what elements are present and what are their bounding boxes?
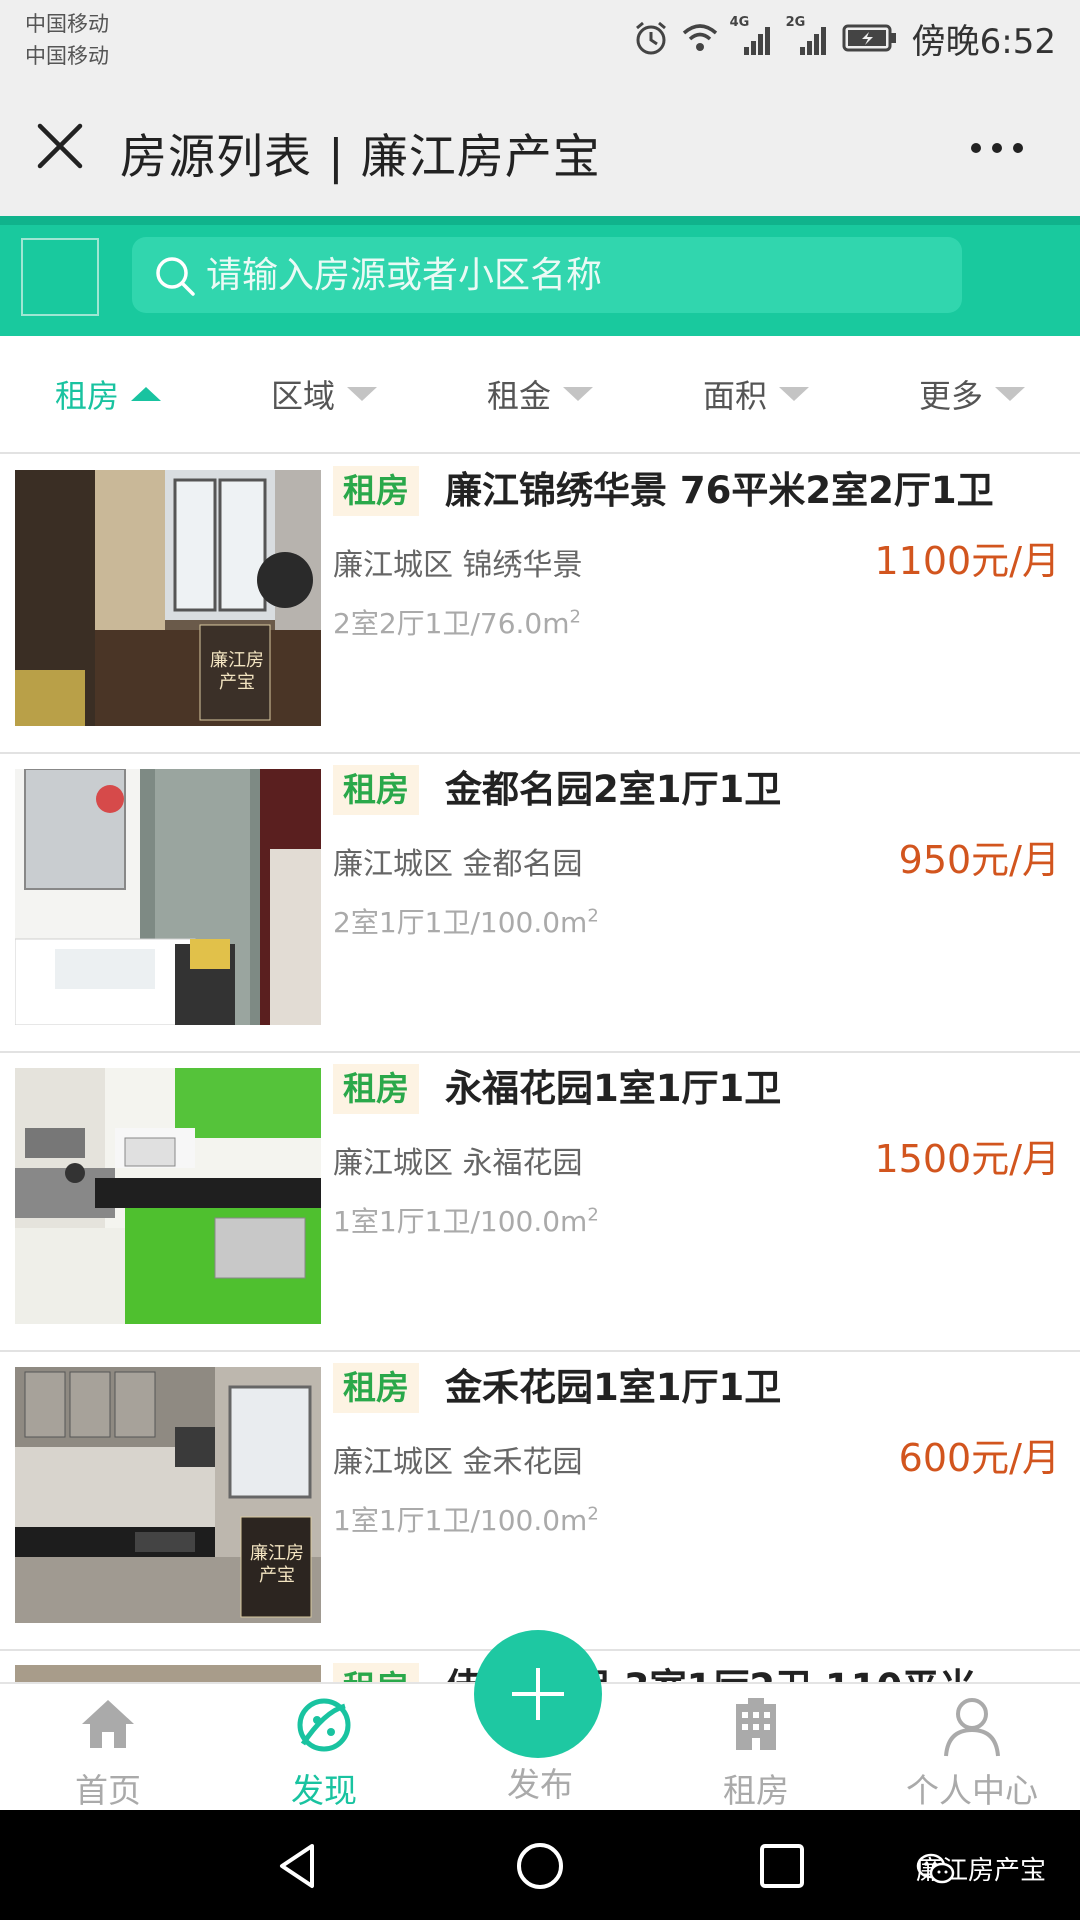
home-icon <box>82 1700 134 1748</box>
discover-icon <box>297 1698 351 1752</box>
listing-specs: 2室1厅1卫/100.0m2 <box>333 901 599 941</box>
listing-photo <box>15 769 321 1025</box>
caret-down-icon <box>995 387 1025 401</box>
filter-size[interactable]: 面积 <box>648 336 864 452</box>
listing-photo <box>15 1068 321 1324</box>
recents-square-icon[interactable] <box>756 1840 808 1892</box>
listing-photo: 廉江房产宝 <box>15 1367 321 1623</box>
specs-superscript: 2 <box>587 1503 599 1525</box>
system-nav-bar: 廉江房产宝 <box>0 1810 1080 1920</box>
wifi-icon <box>680 21 720 55</box>
listing-photo: 廉江房产宝 <box>15 470 321 726</box>
caret-down-icon <box>347 387 377 401</box>
listing-location: 廉江城区 锦绣华景 <box>333 548 583 583</box>
carrier-label-2: 中国移动 <box>25 44 109 68</box>
filter-label-price: 租金 <box>486 377 551 415</box>
listing-title: 廉江锦绣华景 76平米2室2厅1卫 <box>445 469 994 512</box>
person-icon <box>944 1698 1000 1757</box>
plus-icon <box>512 1668 564 1720</box>
more-button[interactable] <box>962 128 1032 168</box>
filter-label-rent: 租房 <box>54 377 119 415</box>
listing-item[interactable]: 廉江房产宝 租房 金禾花园1室1厅1卫 廉江城区 金禾花园 600元/月 1室1… <box>0 1353 1080 1651</box>
filter-price[interactable]: 租金 <box>432 336 648 452</box>
nav-home[interactable]: 首页 <box>28 1690 188 1810</box>
signal-icon-1: 4G <box>730 15 776 57</box>
caret-down-icon <box>563 387 593 401</box>
listing-price: 600元/月 <box>898 1436 1060 1480</box>
listing-tag: 租房 <box>333 765 419 815</box>
listing-price: 1100元/月 <box>874 539 1060 583</box>
signal-icon-2: 2G <box>786 15 832 57</box>
publish-button[interactable] <box>474 1630 602 1758</box>
listing-specs: 1室1厅1卫/100.0m2 <box>333 1200 599 1240</box>
specs-text: 1室1厅1卫/100.0m <box>333 1205 588 1238</box>
listing-specs: 1室1厅1卫/100.0m2 <box>333 1499 599 1539</box>
specs-superscript: 2 <box>569 606 581 628</box>
filter-region[interactable]: 区域 <box>216 336 432 452</box>
back-triangle-icon[interactable] <box>272 1840 324 1892</box>
listing-title: 金禾花园1室1厅1卫 <box>445 1366 782 1409</box>
alarm-icon <box>632 19 670 57</box>
listing-item[interactable]: 租房 金都名园2室1厅1卫 廉江城区 金都名园 950元/月 2室1厅1卫/10… <box>0 755 1080 1053</box>
filter-label-size: 面积 <box>702 377 767 415</box>
watermark-logo: 廉江房产宝 <box>210 650 264 693</box>
filter-rent[interactable]: 租房 <box>0 336 216 452</box>
nav-profile[interactable]: 个人中心 <box>892 1690 1052 1810</box>
listing-item[interactable]: 租房 永福花园1室1厅1卫 廉江城区 永福花园 1500元/月 1室1厅1卫/1… <box>0 1054 1080 1352</box>
specs-superscript: 2 <box>587 1204 599 1226</box>
network-type-1: 4G <box>729 15 750 30</box>
nav-label: 个人中心 <box>906 1771 1038 1810</box>
home-circle-icon[interactable] <box>514 1840 566 1892</box>
nav-label: 租房 <box>723 1771 789 1810</box>
caret-down-icon <box>779 387 809 401</box>
listing-tag: 租房 <box>333 1064 419 1114</box>
close-button[interactable] <box>30 116 90 176</box>
filter-label-more: 更多 <box>918 377 983 415</box>
listing-location: 廉江城区 金禾花园 <box>333 1445 583 1480</box>
close-icon <box>37 123 83 169</box>
search-header <box>0 216 1080 336</box>
search-icon <box>156 257 195 296</box>
filter-label-region: 区域 <box>270 377 335 415</box>
specs-text: 2室1厅1卫/100.0m <box>333 906 588 939</box>
network-type-2: 2G <box>785 15 806 30</box>
filter-more[interactable]: 更多 <box>864 336 1080 452</box>
nav-rent[interactable]: 租房 <box>676 1690 836 1810</box>
filter-bar: 租房 区域 租金 面积 更多 <box>0 336 1080 454</box>
building-icon <box>736 1698 776 1750</box>
search-box[interactable] <box>132 237 962 313</box>
wechat-watermark: 廉江房产宝 <box>916 1850 1046 1887</box>
caret-up-icon <box>131 387 161 401</box>
wechat-icon <box>916 1853 955 1883</box>
page-title: 房源列表 | 廉江房产宝 <box>120 130 601 185</box>
listing-location: 廉江城区 永福花园 <box>333 1146 583 1181</box>
search-input[interactable] <box>204 245 948 305</box>
watermark-logo: 廉江房产宝 <box>250 1543 304 1586</box>
listing-tag: 租房 <box>333 1363 419 1413</box>
listing-title: 永福花园1室1厅1卫 <box>445 1067 782 1110</box>
listing-tag: 租房 <box>333 466 419 516</box>
specs-text: 2室2厅1卫/76.0m <box>333 607 570 640</box>
battery-icon <box>842 22 898 54</box>
nav-label: 发现 <box>291 1771 357 1810</box>
clock: 傍晚6:52 <box>911 21 1056 62</box>
listing-title: 金都名园2室1厅1卫 <box>445 768 782 811</box>
listing-item[interactable]: 廉江房产宝 租房 廉江锦绣华景 76平米2室2厅1卫 廉江城区 锦绣华景 110… <box>0 456 1080 754</box>
nav-discover[interactable]: 发现 <box>244 1690 404 1810</box>
title-bar: 房源列表 | 廉江房产宝 <box>0 76 1080 216</box>
status-bar: 中国移动 中国移动 4G 2G 傍晚6:52 <box>0 0 1080 76</box>
specs-text: 1室1厅1卫/100.0m <box>333 1504 588 1537</box>
more-dots-icon <box>971 143 1023 153</box>
specs-superscript: 2 <box>587 905 599 927</box>
listing-price: 950元/月 <box>898 838 1060 882</box>
header-strip <box>0 216 1080 225</box>
location-button[interactable] <box>21 238 99 316</box>
listing-location: 廉江城区 金都名园 <box>333 847 583 882</box>
listing-price: 1500元/月 <box>874 1137 1060 1181</box>
carrier-label-1: 中国移动 <box>25 12 109 36</box>
nav-label: 首页 <box>75 1771 141 1810</box>
listing-specs: 2室2厅1卫/76.0m2 <box>333 602 581 642</box>
